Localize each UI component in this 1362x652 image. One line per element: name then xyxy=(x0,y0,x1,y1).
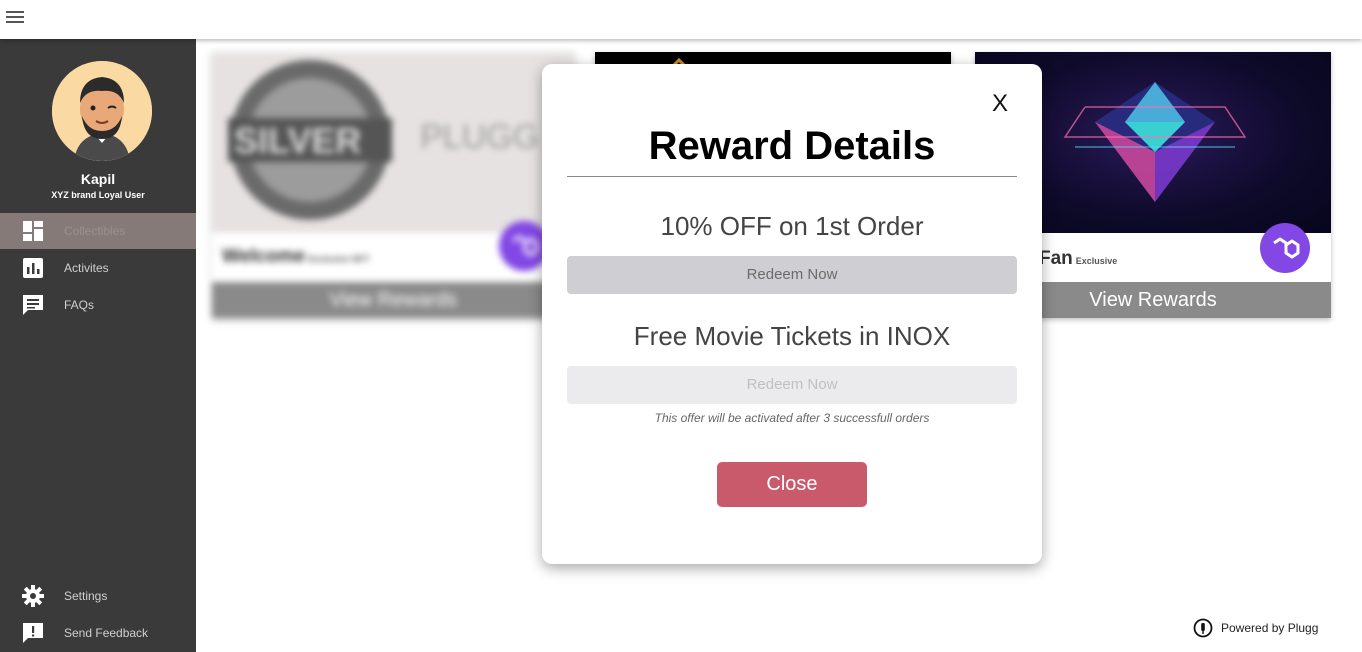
sidebar-item-collectibles[interactable]: Collectibles xyxy=(0,213,196,249)
card-image: SILVER PLUGG xyxy=(212,52,574,233)
top-app-bar xyxy=(0,0,1362,39)
plugg-brand-text: PLUGG xyxy=(420,118,540,156)
sidebar-item-settings[interactable]: Settings xyxy=(0,578,196,614)
card-tag: Exclusive NFT xyxy=(308,254,370,264)
view-rewards-button[interactable]: View Rewards xyxy=(212,282,574,318)
sidebar: Kapil XYZ brand Loyal User Collectibles … xyxy=(0,39,196,652)
gear-icon xyxy=(22,585,44,607)
reward-details-modal: X Reward Details 10% OFF on 1st Order Re… xyxy=(542,64,1042,564)
dashboard-icon xyxy=(22,220,44,242)
user-subtitle: XYZ brand Loyal User xyxy=(51,190,145,200)
chat-icon xyxy=(22,294,44,316)
avatar xyxy=(52,61,152,161)
card-title: Welcome xyxy=(222,246,306,267)
sidebar-item-activites[interactable]: Activites xyxy=(0,250,196,286)
modal-title: Reward Details xyxy=(648,124,936,168)
user-name: Kapil xyxy=(80,171,116,187)
close-button[interactable]: Close xyxy=(717,462,867,507)
powered-by-text: Powered by Plugg xyxy=(1221,621,1319,635)
redeem-now-button[interactable]: Redeem Now xyxy=(567,256,1017,294)
offer-title: Free Movie Tickets in INOX xyxy=(633,321,951,351)
redeem-now-button-disabled: Redeem Now xyxy=(567,366,1017,404)
close-icon[interactable]: X xyxy=(992,90,1008,118)
sidebar-item-label: FAQs xyxy=(64,298,95,312)
collectible-card[interactable]: SILVER PLUGG Welcome Exclusive NFT View R… xyxy=(212,52,574,318)
polygon-logo-icon xyxy=(1260,223,1310,273)
sidebar-item-faqs[interactable]: FAQs xyxy=(0,287,196,323)
sidebar-item-label: Activites xyxy=(64,261,109,275)
offer-activation-note: This offer will be activated after 3 suc… xyxy=(654,411,930,425)
card-tag: Exclusive xyxy=(1075,256,1118,266)
silver-badge-text: SILVER xyxy=(234,120,362,161)
divider xyxy=(567,176,1017,177)
sidebar-item-label: Settings xyxy=(64,589,108,603)
hamburger-menu-icon[interactable] xyxy=(6,11,24,25)
card-title: Fan xyxy=(1039,248,1073,269)
bar-chart-icon xyxy=(22,257,44,279)
plugg-logo-icon xyxy=(1193,618,1213,638)
sidebar-item-send-feedback[interactable]: Send Feedback xyxy=(0,615,196,651)
sidebar-item-label: Send Feedback xyxy=(64,626,149,640)
powered-by[interactable]: Powered by Plugg xyxy=(1193,618,1318,638)
offer-title: 10% OFF on 1st Order xyxy=(660,211,924,241)
feedback-icon xyxy=(22,622,44,644)
sidebar-item-label: Collectibles xyxy=(64,224,126,238)
